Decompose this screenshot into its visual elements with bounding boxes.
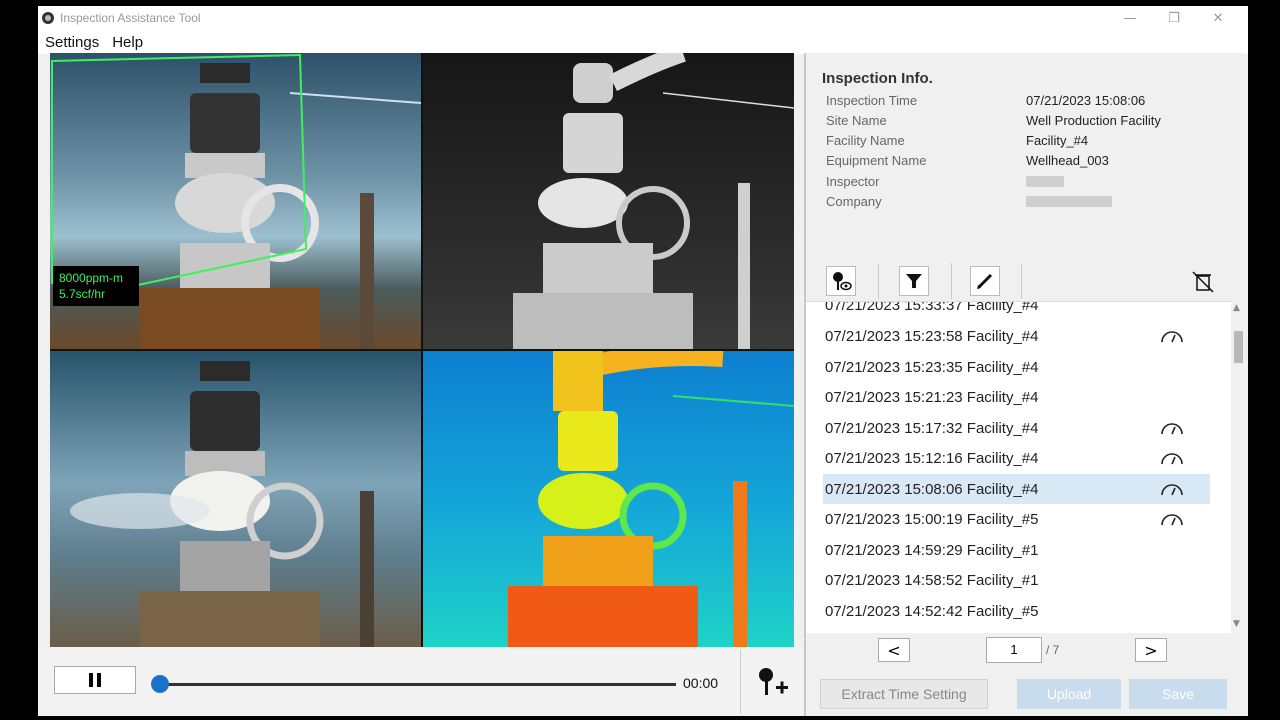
scroll-up-icon[interactable]: ▲ <box>1233 303 1240 313</box>
scroll-thumb[interactable] <box>1234 331 1243 363</box>
edit-button[interactable] <box>970 266 1000 296</box>
list-item-text: 07/21/2023 15:08:06 Facility_#4 <box>825 480 1039 498</box>
label-inspection-time: Inspection Time <box>826 93 918 108</box>
title-bar: Inspection Assistance Tool — ❐ ✕ <box>38 6 1248 30</box>
visible-camera-view: 8000ppm-m 5.7scf/hr <box>50 53 421 349</box>
list-item-text: 07/21/2023 14:58:52 Facility_#1 <box>825 571 1039 589</box>
label-facility-name: Facility Name <box>826 133 905 148</box>
menu-bar: Settings Help <box>38 30 1248 54</box>
menu-settings[interactable]: Settings <box>45 34 99 51</box>
value-inspector-redacted <box>1026 175 1064 190</box>
close-button[interactable]: ✕ <box>1198 6 1238 30</box>
page-number-input[interactable]: 1 <box>986 637 1042 663</box>
thermal-camera-view <box>423 351 794 647</box>
toolbar-divider <box>1021 263 1022 299</box>
pause-button[interactable] <box>54 666 136 694</box>
prev-page-button[interactable]: < <box>878 638 910 662</box>
pause-icon <box>89 673 93 687</box>
gauge-icon <box>1161 423 1183 435</box>
list-item[interactable]: 07/21/2023 15:21:23 Facility_#4 <box>823 382 1210 412</box>
list-item[interactable]: 07/21/2023 15:17:32 Facility_#4 <box>823 413 1210 443</box>
menu-help[interactable]: Help <box>112 34 143 51</box>
toolbar-divider <box>878 263 879 299</box>
list-item-text: 07/21/2023 15:17:32 Facility_#4 <box>825 419 1039 437</box>
list-item-text: 07/21/2023 15:21:23 Facility_#4 <box>825 388 1039 406</box>
list-item[interactable]: 07/21/2023 15:00:19 Facility_#5 <box>823 504 1210 534</box>
upload-button[interactable]: Upload <box>1017 679 1121 709</box>
list-item[interactable]: 07/21/2023 15:12:16 Facility_#4 <box>823 443 1210 473</box>
value-facility-name: Facility_#4 <box>1026 133 1089 148</box>
label-equipment-name: Equipment Name <box>826 153 927 168</box>
seek-bar[interactable] <box>156 683 676 686</box>
list-item-selected[interactable]: 07/21/2023 15:08:06 Facility_#4 <box>823 474 1210 504</box>
value-site-name: Well Production Facility <box>1026 113 1161 128</box>
page-total: / 7 <box>1046 643 1060 657</box>
add-pin-icon <box>759 668 788 695</box>
value-equipment-name: Wellhead_003 <box>1026 153 1109 168</box>
extract-time-setting-button[interactable]: Extract Time Setting <box>820 679 988 709</box>
gauge-icon <box>1161 484 1183 496</box>
label-site-name: Site Name <box>826 113 887 128</box>
playback-time: 00:00 <box>683 675 719 691</box>
divider <box>740 650 741 714</box>
toolbar-divider <box>951 263 952 299</box>
inspection-info-title: Inspection Info. <box>822 70 933 87</box>
player-controls: 00:00 <box>38 647 804 716</box>
save-button[interactable]: Save <box>1129 679 1227 709</box>
add-location-marker-button[interactable] <box>754 665 790 699</box>
list-toolbar <box>806 263 1246 303</box>
list-item[interactable]: 07/21/2023 15:23:58 Facility_#4 <box>823 321 1210 351</box>
pin-view-icon <box>833 272 852 291</box>
gauge-icon <box>1161 514 1183 526</box>
maximize-button[interactable]: ❐ <box>1154 6 1194 30</box>
list-item-text: 07/21/2023 14:59:29 Facility_#1 <box>825 541 1039 559</box>
grayscale-camera-view <box>423 53 794 349</box>
video-panel: 8000ppm-m 5.7scf/hr <box>50 53 794 647</box>
minimize-button[interactable]: — <box>1110 6 1150 30</box>
list-item-text: 07/21/2023 15:12:16 Facility_#4 <box>825 449 1039 467</box>
list-item[interactable]: 07/21/2023 15:33:37 Facility_#4 <box>823 301 1210 320</box>
processed-camera-view <box>50 351 421 647</box>
list-item[interactable]: 07/21/2023 14:59:29 Facility_#1 <box>823 535 1210 565</box>
list-item[interactable]: 07/21/2023 14:58:52 Facility_#1 <box>823 565 1210 595</box>
gauge-icon <box>1161 331 1183 343</box>
value-inspection-time: 07/21/2023 15:08:06 <box>1026 93 1146 108</box>
pencil-icon <box>977 273 993 289</box>
pause-icon-bar <box>97 673 101 687</box>
list-item-text: 07/21/2023 15:00:19 Facility_#5 <box>825 510 1039 528</box>
label-inspector: Inspector <box>826 174 880 189</box>
pagination: < 1 / 7 > <box>806 635 1246 669</box>
scroll-down-icon[interactable]: ▼ <box>1233 619 1240 629</box>
value-company-redacted <box>1026 195 1112 210</box>
list-item-text: 07/21/2023 15:23:58 Facility_#4 <box>825 327 1039 345</box>
gas-concentration: 8000ppm-m <box>59 271 124 285</box>
gas-measurement-label: 8000ppm-m 5.7scf/hr <box>53 266 139 306</box>
seek-knob[interactable] <box>151 675 169 693</box>
filter-button[interactable] <box>899 266 929 296</box>
list-item-text: 07/21/2023 15:33:37 Facility_#4 <box>825 301 1039 314</box>
inspection-panel: Inspection Info. Inspection Time 07/21/2… <box>804 53 1246 716</box>
show-markers-button[interactable] <box>826 266 856 296</box>
inspection-list: 07/21/2023 15:33:37 Facility_#4 07/21/20… <box>806 301 1231 633</box>
gas-flow-rate: 5.7scf/hr <box>59 287 106 301</box>
gauge-icon <box>1161 453 1183 465</box>
filter-icon <box>906 274 922 288</box>
next-page-button[interactable]: > <box>1135 638 1167 662</box>
list-item[interactable]: 07/21/2023 14:52:42 Facility_#5 <box>823 596 1210 626</box>
label-company: Company <box>826 194 882 209</box>
trash-disabled-icon <box>1192 271 1214 293</box>
list-item-text: 07/21/2023 14:52:42 Facility_#5 <box>825 602 1039 620</box>
list-item[interactable]: 07/21/2023 15:23:35 Facility_#4 <box>823 352 1210 382</box>
delete-all-button[interactable] <box>1190 269 1216 295</box>
app-window: Inspection Assistance Tool — ❐ ✕ Setting… <box>38 6 1248 716</box>
window-title: Inspection Assistance Tool <box>60 11 201 25</box>
list-scrollbar[interactable]: ▲ ▼ <box>1231 301 1246 633</box>
list-item-text: 07/21/2023 15:23:35 Facility_#4 <box>825 358 1039 376</box>
app-icon <box>42 12 54 24</box>
